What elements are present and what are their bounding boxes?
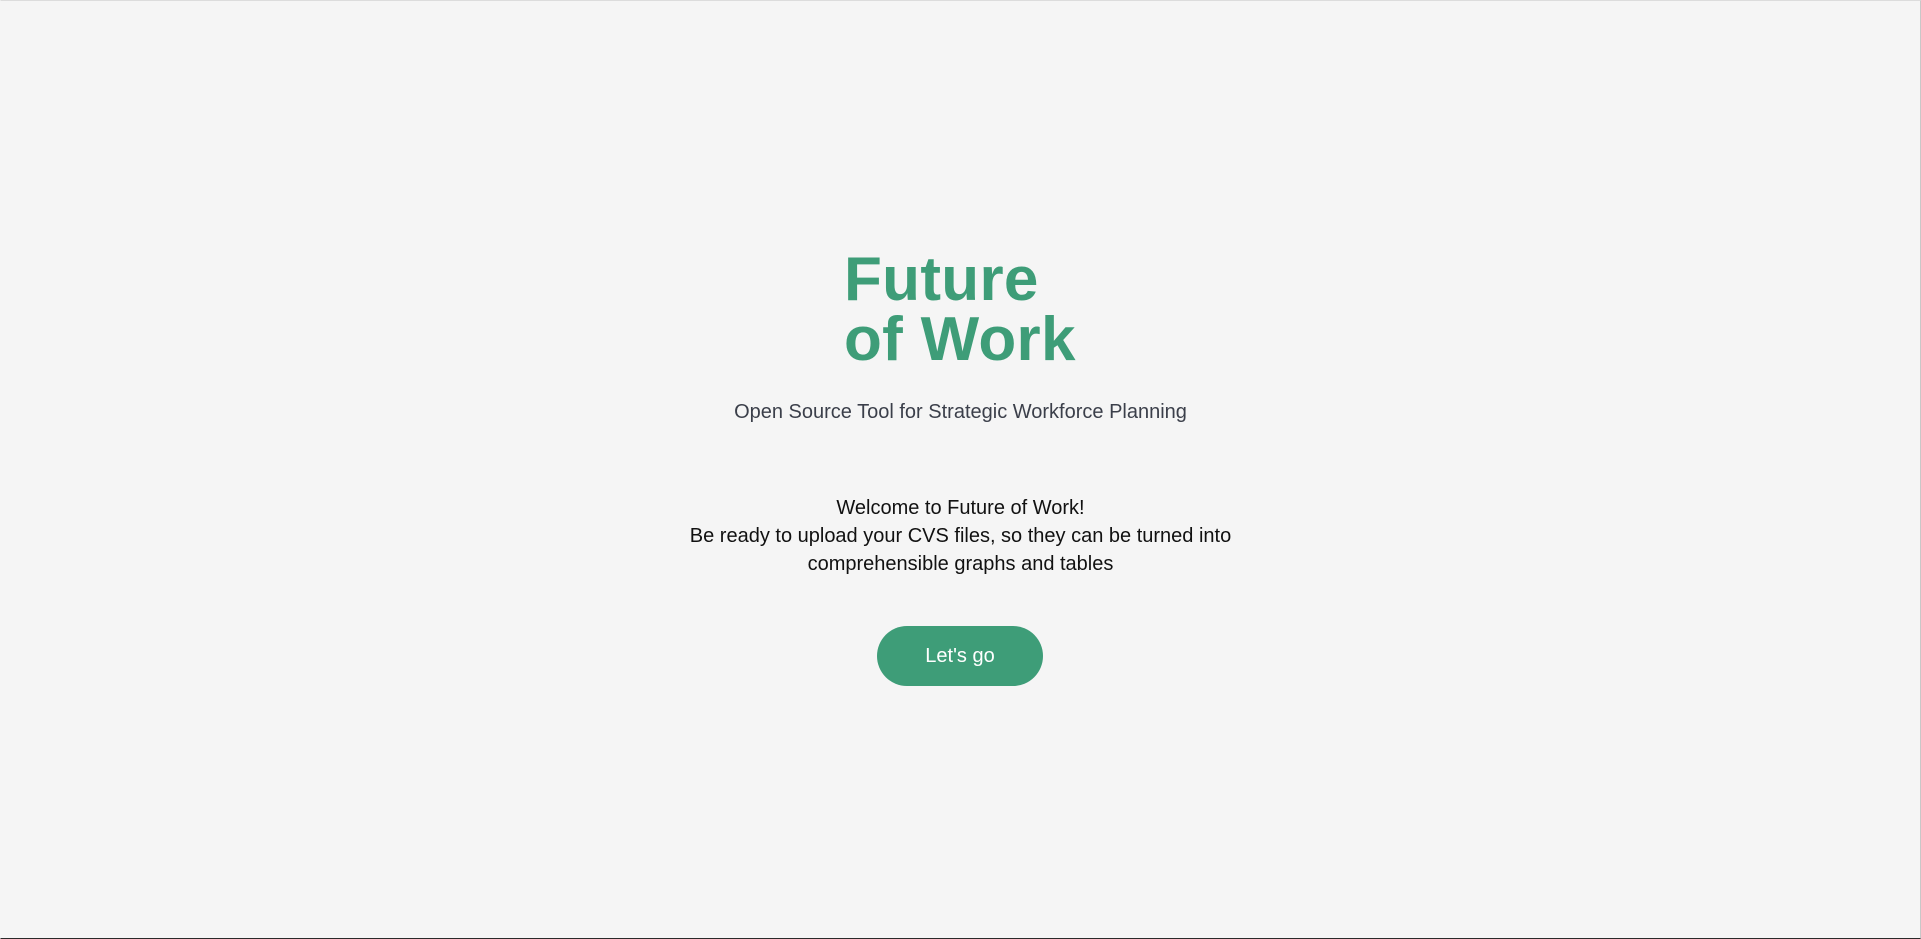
lets-go-button[interactable]: Let's go	[877, 626, 1043, 686]
welcome-message: Welcome to Future of Work! Be ready to u…	[0, 494, 1921, 578]
welcome-line-2: Be ready to upload your CVS files, so th…	[689, 525, 1232, 547]
welcome-line-1: Welcome to Future of Work!	[836, 497, 1085, 519]
app-title-line-1: Future	[844, 245, 1039, 314]
app-subtitle: Open Source Tool for Strategic Workforce…	[734, 401, 1187, 423]
window-frame	[0, 0, 1921, 939]
app-title-line-2: of Work	[844, 305, 1076, 374]
app-title: Future of Work	[844, 245, 1076, 374]
welcome-line-3: comprehensible graphs and tables	[807, 553, 1114, 575]
